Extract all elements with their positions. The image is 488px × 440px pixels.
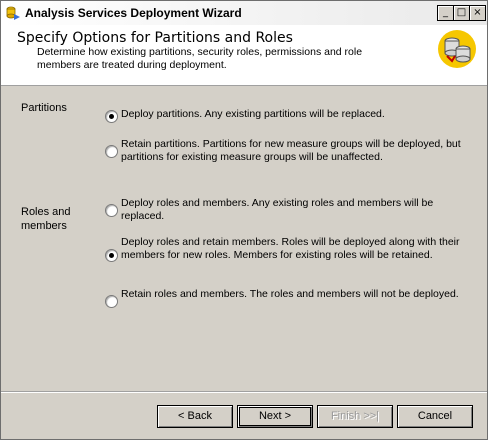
roles-label: Roles and members bbox=[21, 206, 71, 232]
radio-deploy-partitions[interactable] bbox=[105, 110, 118, 123]
partitions-label: Partitions bbox=[21, 102, 67, 114]
minimize-button[interactable]: _ bbox=[437, 5, 454, 21]
back-button[interactable]: < Back bbox=[157, 405, 233, 428]
database-icon bbox=[438, 30, 476, 68]
page-description: Determine how existing partitions, secur… bbox=[37, 46, 363, 71]
option-label: Retain roles and members. The roles and … bbox=[121, 288, 459, 300]
option-label: Retain partitions. Partitions for new me… bbox=[121, 138, 461, 163]
radio-retain-roles-members[interactable] bbox=[105, 295, 118, 308]
title-bar[interactable]: Analysis Services Deployment Wizard _ □ … bbox=[1, 1, 487, 26]
wizard-window: Analysis Services Deployment Wizard _ □ … bbox=[0, 0, 488, 440]
option-label: Deploy roles and members. Any existing r… bbox=[121, 197, 434, 222]
app-icon bbox=[6, 6, 20, 20]
option-label: Deploy roles and retain members. Roles w… bbox=[121, 236, 460, 261]
radio-deploy-roles-retain-members[interactable] bbox=[105, 249, 118, 262]
cancel-button[interactable]: Cancel bbox=[397, 405, 473, 428]
wizard-footer: < Back Next > Finish >>| Cancel bbox=[1, 393, 487, 439]
wizard-header: Specify Options for Partitions and Roles… bbox=[1, 25, 487, 86]
next-button[interactable]: Next > bbox=[237, 405, 313, 428]
close-button[interactable]: × bbox=[469, 5, 486, 21]
radio-retain-partitions[interactable] bbox=[105, 145, 118, 158]
window-title: Analysis Services Deployment Wizard bbox=[25, 6, 242, 20]
maximize-button[interactable]: □ bbox=[453, 5, 470, 21]
finish-button[interactable]: Finish >>| bbox=[317, 405, 393, 428]
wizard-content: Partitions Deploy partitions. Any existi… bbox=[1, 86, 487, 391]
page-title: Specify Options for Partitions and Roles bbox=[17, 30, 293, 46]
radio-deploy-roles-members[interactable] bbox=[105, 204, 118, 217]
option-label: Deploy partitions. Any existing partitio… bbox=[121, 108, 385, 120]
